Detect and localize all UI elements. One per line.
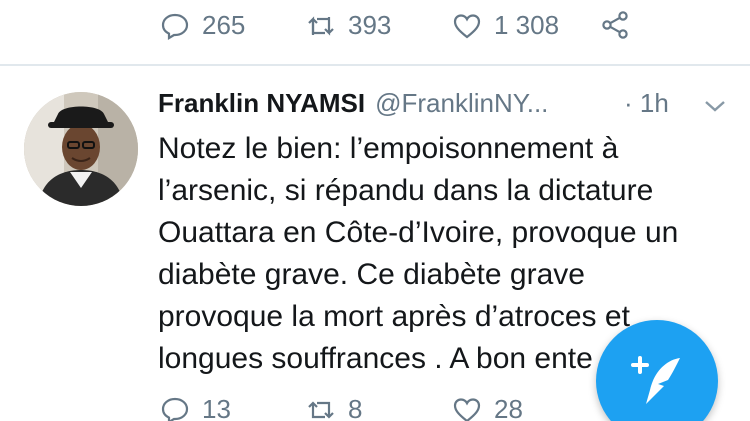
heart-icon (453, 397, 481, 421)
heart-icon (453, 13, 481, 38)
tweet-reply-count: 13 (202, 394, 231, 421)
like-action[interactable]: 1 308 (452, 10, 559, 41)
tweet-text-line: Notez le bien: l’empoisonnement à (158, 132, 619, 165)
tweet-timestamp[interactable]: · 1h (624, 88, 669, 119)
share-icon (602, 11, 628, 39)
reply-icon (161, 13, 189, 40)
retweet-icon (308, 15, 334, 36)
avatar[interactable] (24, 92, 138, 206)
tweet-like-action[interactable]: 28 (452, 394, 523, 421)
retweet-icon (308, 400, 334, 419)
tweet-reply-action[interactable]: 13 (160, 394, 231, 421)
reply-icon (161, 397, 189, 421)
retweet-action[interactable]: 393 (306, 10, 391, 41)
author-handle[interactable]: @FranklinNY... (375, 88, 548, 119)
tweet-text-line: Ouattara en Côte-d’Ivoire, provoque un (158, 216, 679, 249)
tweet-divider (0, 64, 750, 66)
chevron-down-icon (705, 101, 725, 112)
share-action[interactable] (600, 10, 630, 40)
tweet-text-line: diabète grave. Ce diabète grave (158, 258, 585, 291)
retweet-count: 393 (348, 10, 392, 40)
tweet-menu-button[interactable] (702, 96, 728, 116)
tweet-retweet-action[interactable]: 8 (306, 394, 362, 421)
tweet-like-count: 28 (494, 394, 523, 421)
reply-action[interactable]: 265 (160, 10, 245, 41)
reply-count: 265 (202, 10, 246, 40)
author-name[interactable]: Franklin NYAMSI (158, 88, 365, 119)
compose-tweet-icon (631, 356, 680, 404)
tweet-retweet-count: 8 (348, 394, 363, 421)
tweet-text-line: l’arsenic, si répandu dans la dictature (158, 174, 654, 207)
profile-photo-icon (24, 92, 138, 206)
tweet-header: Franklin NYAMSI @FranklinNY... (158, 88, 548, 119)
like-count: 1 308 (494, 10, 560, 40)
timeline: 265 393 1 308 Franklin NYAMSI @FranklinN… (0, 0, 750, 421)
